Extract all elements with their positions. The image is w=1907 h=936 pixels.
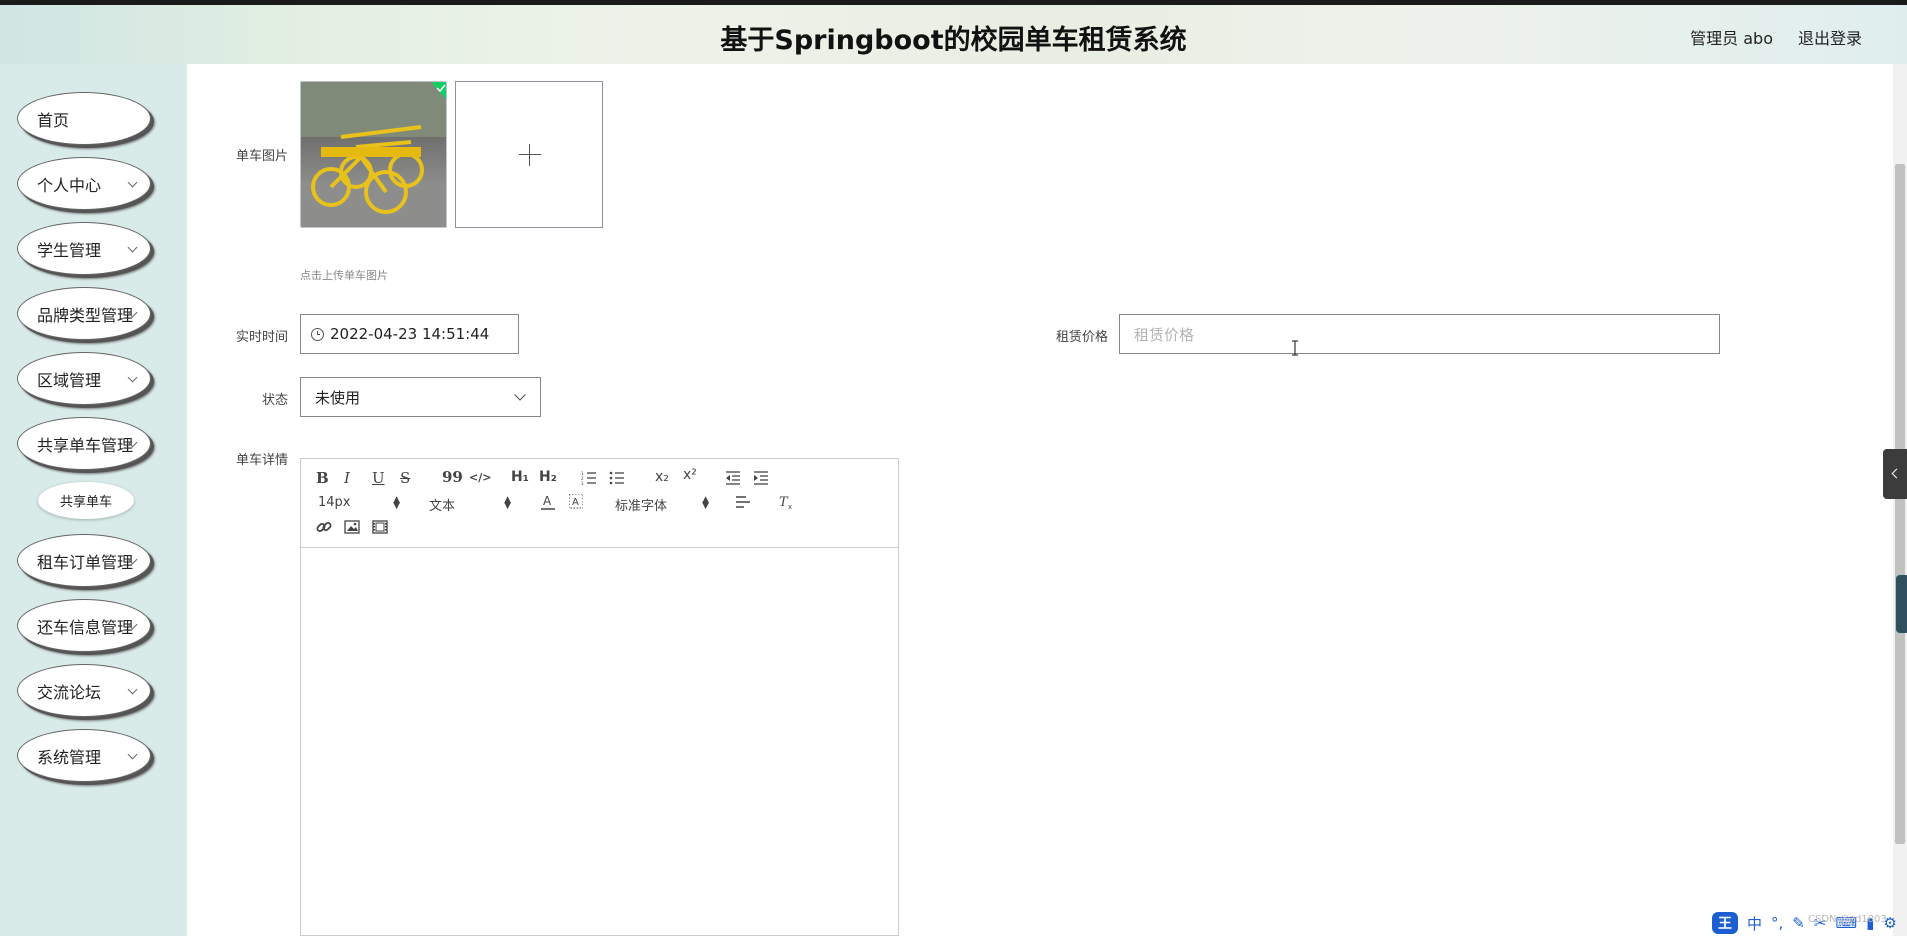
realtime-date-picker[interactable]: 2022-04-23 14:51:44 bbox=[300, 314, 519, 354]
ordered-list-icon[interactable]: 123 bbox=[581, 471, 597, 485]
page-scrollbar[interactable] bbox=[1893, 64, 1907, 936]
updown-icon: ▲ ▼ bbox=[504, 495, 511, 511]
ime-logo[interactable]: 王 bbox=[1712, 912, 1738, 934]
indent-icon[interactable] bbox=[753, 471, 769, 485]
sidebar-item-system-management[interactable]: 系统管理 bbox=[17, 729, 151, 782]
outdent-icon[interactable] bbox=[725, 471, 741, 485]
text-cursor-icon bbox=[1292, 340, 1298, 356]
current-user-label: 管理员 abo bbox=[1690, 29, 1773, 48]
rental-price-input[interactable]: 租赁价格 bbox=[1119, 314, 1720, 354]
chevron-down-icon bbox=[127, 177, 138, 188]
sidebar-item-label: 区域管理 bbox=[37, 370, 102, 390]
realtime-label: 实时时间 bbox=[235, 330, 288, 345]
sidebar-item-label: 系统管理 bbox=[37, 747, 102, 767]
submenu-item-shared-bike[interactable]: 共享单车 bbox=[38, 482, 134, 519]
sidebar-item-shared-bike-management[interactable]: 共享单车管理 bbox=[17, 417, 151, 470]
superscript-button[interactable]: x² bbox=[683, 467, 697, 483]
svg-text:3: 3 bbox=[581, 481, 584, 485]
sidebar-item-label: 首页 bbox=[37, 110, 70, 130]
rental-price-label: 租赁价格 bbox=[1055, 330, 1108, 345]
side-collapse-tab[interactable] bbox=[1883, 449, 1907, 499]
chevron-down-icon bbox=[127, 749, 138, 760]
chevron-down-icon bbox=[127, 372, 138, 383]
status-value: 未使用 bbox=[315, 388, 361, 407]
ime-pen-icon[interactable]: ✎ bbox=[1792, 914, 1805, 932]
underline-button[interactable]: U bbox=[372, 469, 385, 487]
text-color-icon[interactable]: A bbox=[541, 494, 555, 510]
sidebar-item-rental-order-management[interactable]: 租车订单管理 bbox=[17, 534, 151, 587]
chevron-down-icon bbox=[127, 242, 138, 253]
sidebar-item-label: 还车信息管理 bbox=[37, 617, 134, 637]
sidebar-item-personal-center[interactable]: 个人中心 bbox=[17, 157, 151, 210]
chevron-down-icon bbox=[127, 684, 138, 695]
svg-text:A: A bbox=[543, 494, 552, 508]
bike-image-label: 单车图片 bbox=[235, 149, 288, 164]
svg-text:A: A bbox=[572, 497, 579, 508]
clear-format-icon[interactable]: T x bbox=[779, 494, 795, 510]
rental-price-placeholder: 租赁价格 bbox=[1134, 325, 1195, 344]
plus-icon bbox=[519, 144, 541, 166]
status-select[interactable]: 未使用 bbox=[300, 377, 541, 417]
sidebar-item-student-management[interactable]: 学生管理 bbox=[17, 222, 151, 275]
code-block-button[interactable]: </> bbox=[469, 471, 491, 484]
blockquote-button[interactable]: 99 bbox=[442, 468, 463, 486]
sidebar-item-label: 个人中心 bbox=[37, 175, 102, 195]
sidebar-item-label: 交流论坛 bbox=[37, 682, 102, 702]
rich-text-editor: B I U S 99 </> H₁ H₂ 123 x₂ x² 14px ▲▼ bbox=[300, 458, 899, 936]
subscript-button[interactable]: x₂ bbox=[655, 469, 669, 485]
logout-link[interactable]: 退出登录 bbox=[1798, 25, 1862, 49]
sidebar-item-return-info-management[interactable]: 还车信息管理 bbox=[17, 599, 151, 652]
sidebar-item-brand-type-management[interactable]: 品牌类型管理 bbox=[17, 287, 151, 340]
font-family-select[interactable]: 标准字体 ▲ ▼ bbox=[615, 495, 709, 515]
ime-mode-button[interactable]: 中 bbox=[1747, 913, 1762, 934]
sidebar-item-home[interactable]: 首页 bbox=[17, 92, 151, 145]
font-size-value: 14px bbox=[318, 495, 351, 510]
font-size-select[interactable]: 14px ▲ ▼ bbox=[318, 495, 400, 511]
page-title: 基于Springboot的校园单车租赁系统 bbox=[720, 25, 1187, 56]
sidebar-item-label: 品牌类型管理 bbox=[37, 305, 134, 325]
updown-icon: ▲ ▼ bbox=[393, 495, 400, 511]
upload-tip: 点击上传单车图片 bbox=[300, 269, 388, 282]
font-family-value: 标准字体 bbox=[615, 499, 668, 514]
watermark: CSDN @zd1803 bbox=[1808, 914, 1887, 925]
image-icon[interactable] bbox=[344, 520, 360, 534]
sidebar-item-label: 学生管理 bbox=[37, 240, 102, 260]
sidebar-item-label: 共享单车管理 bbox=[37, 435, 134, 455]
date-value: 2022-04-23 14:51:44 bbox=[330, 325, 490, 343]
h1-button[interactable]: H₁ bbox=[511, 469, 529, 485]
updown-icon: ▲ ▼ bbox=[702, 495, 709, 511]
link-icon[interactable] bbox=[316, 519, 332, 535]
background-color-icon[interactable]: A bbox=[569, 494, 583, 510]
heading-value: 文本 bbox=[429, 499, 456, 514]
status-label: 状态 bbox=[261, 393, 288, 408]
clock-icon bbox=[311, 327, 324, 341]
editor-content-area[interactable] bbox=[301, 548, 898, 936]
strike-button[interactable]: S bbox=[400, 469, 410, 487]
bike-image-thumbnail[interactable] bbox=[300, 81, 447, 228]
bold-button[interactable]: B bbox=[316, 469, 329, 487]
video-icon[interactable] bbox=[372, 520, 388, 534]
sidebar-item-area-management[interactable]: 区域管理 bbox=[17, 352, 151, 405]
italic-button[interactable]: I bbox=[344, 469, 350, 487]
sidebar-item-forum[interactable]: 交流论坛 bbox=[17, 664, 151, 717]
chevron-down-icon bbox=[514, 389, 526, 401]
ime-punctuation-button[interactable]: °, bbox=[1771, 914, 1783, 932]
chevron-left-icon bbox=[1891, 468, 1902, 479]
sidebar-item-label: 租车订单管理 bbox=[37, 552, 134, 572]
heading-select[interactable]: 文本 ▲ ▼ bbox=[429, 495, 511, 515]
image-upload-button[interactable] bbox=[455, 81, 603, 228]
sidebar: 首页 个人中心 学生管理 品牌类型管理 区域管理 共享单车管理 共享单车 租车订… bbox=[0, 64, 187, 936]
bike-photo-image bbox=[301, 82, 446, 227]
scrollbar-thumb[interactable] bbox=[1895, 164, 1905, 844]
align-icon[interactable] bbox=[735, 496, 751, 508]
h2-button[interactable]: H₂ bbox=[539, 469, 557, 485]
bike-detail-label: 单车详情 bbox=[235, 453, 288, 468]
app-header: 基于Springboot的校园单车租赁系统 管理员 abo 退出登录 bbox=[0, 5, 1907, 64]
editor-toolbar: B I U S 99 </> H₁ H₂ 123 x₂ x² 14px ▲▼ bbox=[301, 459, 898, 548]
side-floating-widget[interactable] bbox=[1896, 575, 1907, 633]
svg-text:x: x bbox=[788, 503, 792, 510]
bullet-list-icon[interactable] bbox=[609, 471, 625, 485]
